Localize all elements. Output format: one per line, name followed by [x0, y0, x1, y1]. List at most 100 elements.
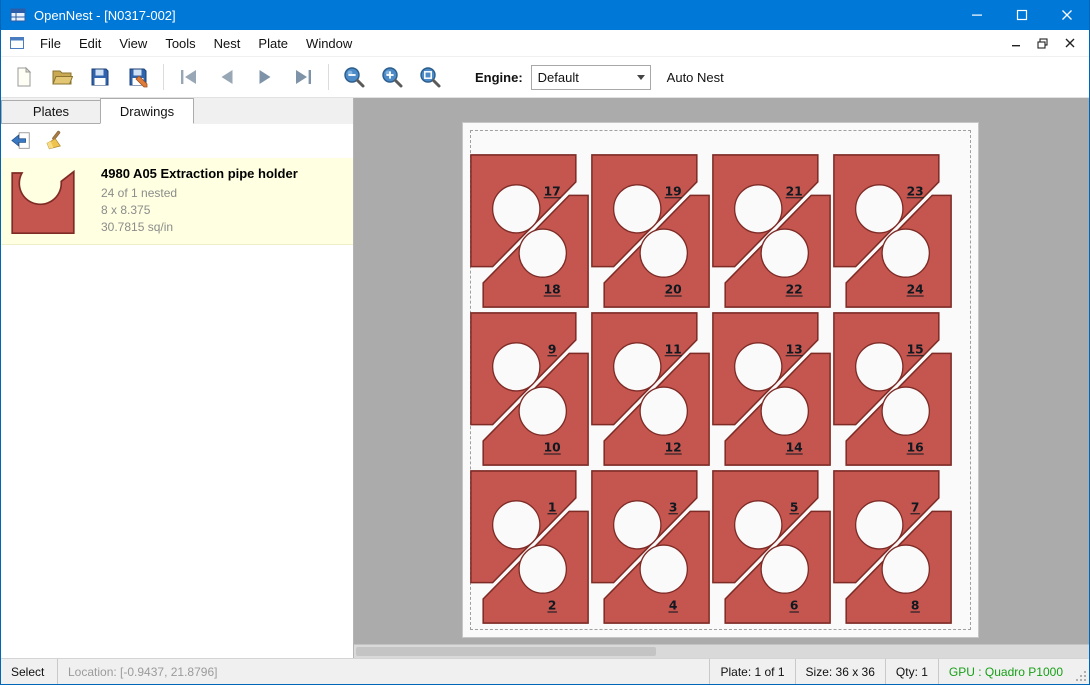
pipe-notch: [614, 501, 661, 549]
menu-file[interactable]: File: [31, 32, 70, 55]
part-number: 9: [548, 341, 557, 356]
part-number: 4: [669, 597, 678, 612]
part-number: 2: [548, 597, 557, 612]
pipe-notch: [640, 229, 687, 277]
nest-pair[interactable]: 13 14: [711, 311, 832, 467]
pipe-notch: [519, 545, 566, 593]
close-button[interactable]: [1044, 0, 1089, 30]
engine-select[interactable]: Default: [531, 65, 651, 90]
drawing-title: 4980 A05 Extraction pipe holder: [101, 166, 345, 181]
pipe-notch: [761, 229, 808, 277]
drawing-dimensions: 8 x 8.375: [101, 202, 345, 219]
nest-pair[interactable]: 56: [711, 469, 832, 625]
first-plate-button[interactable]: [170, 59, 208, 95]
engine-label: Engine:: [475, 70, 523, 85]
menu-plate[interactable]: Plate: [249, 32, 297, 55]
pipe-notch: [735, 501, 782, 549]
drawing-nested-count: 24 of 1 nested: [101, 185, 345, 202]
previous-plate-button[interactable]: [208, 59, 246, 95]
chevron-down-icon: [637, 75, 645, 80]
save-button[interactable]: [81, 59, 119, 95]
minimize-button[interactable]: [954, 0, 999, 30]
part-number: 6: [790, 597, 799, 612]
nest-pair[interactable]: 2324: [832, 153, 953, 309]
nest-pair[interactable]: 21 22: [711, 153, 832, 309]
part-number: 15: [907, 341, 924, 356]
zoom-out-button[interactable]: [335, 59, 373, 95]
maximize-button[interactable]: [999, 0, 1044, 30]
part-number: 13: [786, 341, 803, 356]
drawing-area: 30.7815 sq/in: [101, 219, 345, 236]
part-number: 5: [790, 499, 799, 514]
part-number: 21: [786, 183, 803, 198]
pipe-notch: [735, 185, 782, 233]
zoom-in-button[interactable]: [373, 59, 411, 95]
mdi-minimize-button[interactable]: [1002, 33, 1029, 53]
pipe-notch: [640, 545, 687, 593]
nest-pair[interactable]: 1516: [832, 311, 953, 467]
part-number: 18: [544, 281, 561, 296]
titlebar: OpenNest - [N0317-002]: [1, 0, 1089, 30]
clean-broom-button[interactable]: [37, 126, 69, 156]
status-gpu: GPU : Quadro P1000: [938, 659, 1073, 684]
status-plate: Plate: 1 of 1: [709, 659, 794, 684]
last-plate-button[interactable]: [284, 59, 322, 95]
nest-pair[interactable]: 12: [469, 469, 590, 625]
send-to-nest-button[interactable]: [5, 126, 37, 156]
menu-tools[interactable]: Tools: [156, 32, 204, 55]
content-area: Plates Drawings: [1, 98, 1089, 658]
drawing-info: 4980 A05 Extraction pipe holder 24 of 1 …: [101, 164, 345, 236]
nest-pair[interactable]: 1112: [590, 311, 711, 467]
window-title: OpenNest - [N0317-002]: [34, 8, 176, 23]
menu-window[interactable]: Window: [297, 32, 361, 55]
toolbar-separator: [328, 64, 329, 90]
pipe-notch: [761, 545, 808, 593]
window-controls: [954, 0, 1089, 30]
toolbar-separator: [163, 64, 164, 90]
drawing-item[interactable]: 4980 A05 Extraction pipe holder 24 of 1 …: [1, 158, 353, 245]
pipe-notch: [882, 545, 929, 593]
pipe-notch: [882, 387, 929, 435]
mdi-restore-button[interactable]: [1029, 33, 1056, 53]
app-icon: [10, 7, 26, 23]
mdi-close-button[interactable]: [1056, 33, 1083, 53]
part-number: 24: [907, 281, 924, 296]
zoom-fit-button[interactable]: [411, 59, 449, 95]
part-number: 3: [669, 499, 678, 514]
menu-edit[interactable]: Edit: [70, 32, 110, 55]
tab-drawings[interactable]: Drawings: [100, 98, 194, 124]
sidebar-tabs: Plates Drawings: [1, 98, 353, 124]
statusbar: Select Location: [-0.9437, 21.8796] Plat…: [1, 658, 1089, 684]
open-button[interactable]: [43, 59, 81, 95]
menu-nest[interactable]: Nest: [205, 32, 250, 55]
part-number: 19: [665, 183, 682, 198]
status-location: Location: [-0.9437, 21.8796]: [58, 659, 227, 684]
nest-pair[interactable]: 1920: [590, 153, 711, 309]
engine-selected-value: Default: [532, 70, 579, 85]
pipe-notch: [856, 185, 903, 233]
horizontal-scrollbar[interactable]: [354, 644, 1089, 658]
resize-grip[interactable]: [1073, 659, 1089, 684]
part-number: 22: [786, 281, 803, 296]
menubar: File Edit View Tools Nest Plate Window: [1, 30, 1089, 57]
part-number: 14: [786, 439, 803, 454]
nest-pair[interactable]: 78: [832, 469, 953, 625]
pipe-notch: [640, 387, 687, 435]
part-number: 17: [544, 183, 561, 198]
scrollbar-thumb[interactable]: [356, 647, 656, 656]
nest-canvas[interactable]: 171819202122232491011121314151612345678: [354, 98, 1089, 658]
plate-cells: 171819202122232491011121314151612345678: [469, 153, 953, 625]
part-number: 16: [907, 439, 924, 454]
tab-plates[interactable]: Plates: [1, 100, 101, 124]
auto-nest-button[interactable]: Auto Nest: [667, 70, 724, 85]
new-button[interactable]: [5, 59, 43, 95]
nest-pair[interactable]: 910: [469, 311, 590, 467]
next-plate-button[interactable]: [246, 59, 284, 95]
pipe-notch: [761, 387, 808, 435]
child-document-icon: [9, 35, 25, 51]
pipe-notch: [735, 343, 782, 391]
nest-pair[interactable]: 34: [590, 469, 711, 625]
save-edit-button[interactable]: [119, 59, 157, 95]
menu-view[interactable]: View: [110, 32, 156, 55]
nest-pair[interactable]: 1718: [469, 153, 590, 309]
